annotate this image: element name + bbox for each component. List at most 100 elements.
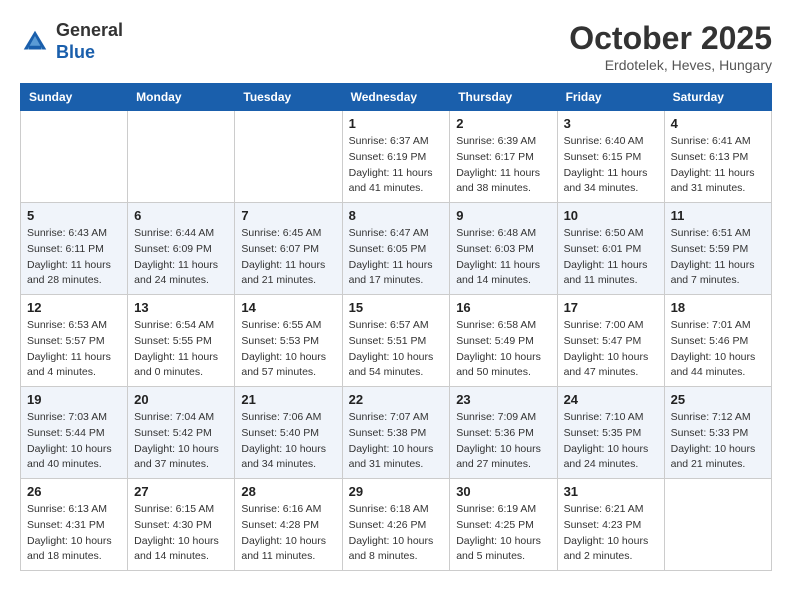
day-info: Sunrise: 7:04 AMSunset: 5:42 PMDaylight:… [134,410,228,473]
day-info: Sunrise: 6:13 AMSunset: 4:31 PMDaylight:… [27,502,121,565]
day-info: Sunrise: 6:16 AMSunset: 4:28 PMDaylight:… [241,502,335,565]
day-info: Sunrise: 6:47 AMSunset: 6:05 PMDaylight:… [349,226,444,289]
day-cell: 15Sunrise: 6:57 AMSunset: 5:51 PMDayligh… [342,295,450,387]
calendar-table: SundayMondayTuesdayWednesdayThursdayFrid… [20,83,772,571]
weekday-header-friday: Friday [557,84,664,111]
day-number: 31 [564,484,658,499]
day-info: Sunrise: 6:54 AMSunset: 5:55 PMDaylight:… [134,318,228,381]
day-number: 10 [564,208,658,223]
day-cell: 10 Sunrise: 6:50 AMSunset: 6:01 PMDayligh… [557,203,664,295]
day-info: Sunrise: 6:57 AMSunset: 5:51 PMDaylight:… [349,318,444,381]
week-row-2: 5 Sunrise: 6:43 AMSunset: 6:11 PMDaylight… [21,203,772,295]
day-number: 26 [27,484,121,499]
weekday-header-thursday: Thursday [450,84,557,111]
day-number: 12 [27,300,121,315]
day-number: 23 [456,392,550,407]
day-cell [21,111,128,203]
day-info: Sunrise: 6:51 AMSunset: 5:59 PMDaylight:… [671,226,765,289]
day-number: 6 [134,208,228,223]
week-row-1: 1Sunrise: 6:37 AMSunset: 6:19 PMDaylight… [21,111,772,203]
day-number: 17 [564,300,658,315]
day-number: 4 [671,116,765,131]
weekday-header-monday: Monday [128,84,235,111]
day-info: Sunrise: 7:01 AMSunset: 5:46 PMDaylight:… [671,318,765,381]
day-info: Sunrise: 6:50 AMSunset: 6:01 PMDaylight:… [564,226,658,289]
day-info: Sunrise: 7:12 AMSunset: 5:33 PMDaylight:… [671,410,765,473]
day-cell: 28 Sunrise: 6:16 AMSunset: 4:28 PMDayligh… [235,479,342,571]
day-cell: 24 Sunrise: 7:10 AMSunset: 5:35 PMDayligh… [557,387,664,479]
day-cell: 17 Sunrise: 7:00 AMSunset: 5:47 PMDayligh… [557,295,664,387]
day-info: Sunrise: 7:03 AMSunset: 5:44 PMDaylight:… [27,410,121,473]
day-number: 19 [27,392,121,407]
logo-text: General Blue [56,20,123,63]
day-number: 28 [241,484,335,499]
day-cell: 20 Sunrise: 7:04 AMSunset: 5:42 PMDayligh… [128,387,235,479]
day-info: Sunrise: 6:19 AMSunset: 4:25 PMDaylight:… [456,502,550,565]
weekday-header-saturday: Saturday [664,84,771,111]
day-number: 7 [241,208,335,223]
location-subtitle: Erdotelek, Heves, Hungary [569,57,772,73]
day-cell: 8 Sunrise: 6:47 AMSunset: 6:05 PMDaylight… [342,203,450,295]
day-cell: 27Sunrise: 6:15 AMSunset: 4:30 PMDayligh… [128,479,235,571]
day-cell: 5 Sunrise: 6:43 AMSunset: 6:11 PMDaylight… [21,203,128,295]
weekday-header-sunday: Sunday [21,84,128,111]
day-number: 18 [671,300,765,315]
header: General Blue October 2025 Erdotelek, Hev… [20,20,772,73]
day-info: Sunrise: 7:10 AMSunset: 5:35 PMDaylight:… [564,410,658,473]
day-info: Sunrise: 7:00 AMSunset: 5:47 PMDaylight:… [564,318,658,381]
day-number: 29 [349,484,444,499]
day-cell: 23 Sunrise: 7:09 AMSunset: 5:36 PMDayligh… [450,387,557,479]
day-info: Sunrise: 6:48 AMSunset: 6:03 PMDaylight:… [456,226,550,289]
day-number: 11 [671,208,765,223]
day-cell [128,111,235,203]
day-cell: 4Sunrise: 6:41 AMSunset: 6:13 PMDaylight… [664,111,771,203]
day-cell: 30Sunrise: 6:19 AMSunset: 4:25 PMDayligh… [450,479,557,571]
day-cell: 18 Sunrise: 7:01 AMSunset: 5:46 PMDayligh… [664,295,771,387]
day-number: 8 [349,208,444,223]
day-cell: 2Sunrise: 6:39 AMSunset: 6:17 PMDaylight… [450,111,557,203]
day-cell: 14 Sunrise: 6:55 AMSunset: 5:53 PMDayligh… [235,295,342,387]
day-number: 13 [134,300,228,315]
day-info: Sunrise: 6:40 AMSunset: 6:15 PMDaylight:… [564,134,658,197]
day-number: 27 [134,484,228,499]
day-number: 24 [564,392,658,407]
day-cell: 22Sunrise: 7:07 AMSunset: 5:38 PMDayligh… [342,387,450,479]
logo: General Blue [20,20,123,63]
logo-icon [20,27,50,57]
day-cell: 29Sunrise: 6:18 AMSunset: 4:26 PMDayligh… [342,479,450,571]
day-number: 14 [241,300,335,315]
day-info: Sunrise: 6:45 AMSunset: 6:07 PMDaylight:… [241,226,335,289]
day-number: 25 [671,392,765,407]
day-cell: 21Sunrise: 7:06 AMSunset: 5:40 PMDayligh… [235,387,342,479]
day-number: 16 [456,300,550,315]
logo-blue: Blue [56,42,123,64]
week-row-3: 12 Sunrise: 6:53 AMSunset: 5:57 PMDayligh… [21,295,772,387]
day-cell: 12 Sunrise: 6:53 AMSunset: 5:57 PMDayligh… [21,295,128,387]
day-number: 5 [27,208,121,223]
day-info: Sunrise: 7:09 AMSunset: 5:36 PMDaylight:… [456,410,550,473]
day-number: 20 [134,392,228,407]
day-cell [664,479,771,571]
day-info: Sunrise: 6:43 AMSunset: 6:11 PMDaylight:… [27,226,121,289]
day-number: 1 [349,116,444,131]
day-cell: 6 Sunrise: 6:44 AMSunset: 6:09 PMDaylight… [128,203,235,295]
day-number: 9 [456,208,550,223]
day-cell: 11 Sunrise: 6:51 AMSunset: 5:59 PMDayligh… [664,203,771,295]
title-block: October 2025 Erdotelek, Heves, Hungary [569,20,772,73]
day-number: 3 [564,116,658,131]
day-cell: 25 Sunrise: 7:12 AMSunset: 5:33 PMDayligh… [664,387,771,479]
week-row-4: 19 Sunrise: 7:03 AMSunset: 5:44 PMDayligh… [21,387,772,479]
day-info: Sunrise: 7:07 AMSunset: 5:38 PMDaylight:… [349,410,444,473]
logo-general: General [56,20,123,42]
page-container: General Blue October 2025 Erdotelek, Hev… [20,20,772,571]
day-cell [235,111,342,203]
day-info: Sunrise: 7:06 AMSunset: 5:40 PMDaylight:… [241,410,335,473]
day-cell: 3 Sunrise: 6:40 AMSunset: 6:15 PMDaylight… [557,111,664,203]
day-cell: 26 Sunrise: 6:13 AMSunset: 4:31 PMDayligh… [21,479,128,571]
day-info: Sunrise: 6:53 AMSunset: 5:57 PMDaylight:… [27,318,121,381]
day-cell: 16Sunrise: 6:58 AMSunset: 5:49 PMDayligh… [450,295,557,387]
header-row: SundayMondayTuesdayWednesdayThursdayFrid… [21,84,772,111]
day-info: Sunrise: 6:55 AMSunset: 5:53 PMDaylight:… [241,318,335,381]
day-cell: 1Sunrise: 6:37 AMSunset: 6:19 PMDaylight… [342,111,450,203]
day-info: Sunrise: 6:44 AMSunset: 6:09 PMDaylight:… [134,226,228,289]
